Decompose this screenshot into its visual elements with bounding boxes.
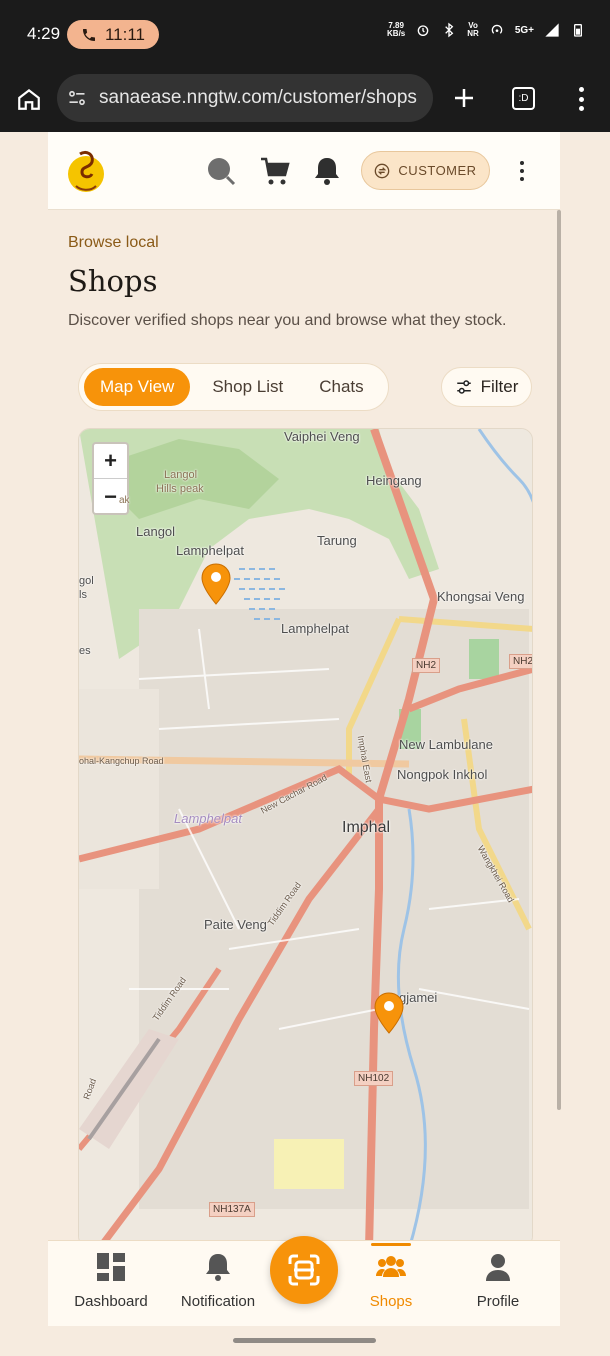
map-label: New Lambulane [399,737,493,752]
tab-count: :D [518,93,529,104]
map-label: Lamphelpat [174,811,242,826]
tab-map-view[interactable]: Map View [84,368,191,406]
phone-icon [82,28,95,41]
view-switcher: Map View Shop List Chats [78,363,389,411]
nav-notification-label: Notification [180,1293,256,1310]
map-label: Vaiphei Veng [284,429,360,444]
map-label: NH2 [412,658,441,673]
map-label: Lamphelpat [281,621,349,636]
page-subtitle: Discover verified shops near you and bro… [68,312,507,329]
dragon-logo-icon[interactable] [66,146,106,196]
map-label: Khongsai Veng [437,589,525,604]
nav-profile-label: Profile [476,1293,520,1310]
nav-shops-label: Shops [369,1293,413,1310]
net-speed: 7.89 KB/s [387,21,406,38]
tab-shop-list[interactable]: Shop List [196,368,299,406]
map-label: gol [79,575,94,587]
address-bar[interactable]: sanaease.nngtw.com/customer/shops [57,74,433,122]
map-label: Hills peak [156,483,204,495]
nav-notification[interactable]: Notification [168,1251,268,1310]
home-icon[interactable] [16,86,42,112]
dashboard-icon [97,1253,125,1281]
map-label: Nongpok Inkhol [397,767,488,782]
hotspot-icon [491,24,503,34]
map-label: Heingang [366,473,422,488]
shop-location-pin-icon[interactable] [199,562,233,606]
map-label: Langol [136,524,176,539]
bell-icon [206,1254,230,1281]
browser-menu-button[interactable] [576,87,586,111]
active-indicator [371,1243,411,1246]
status-bar: 4:29 11:11 7.89 KB/s Vo NR 5G+ [0,0,610,66]
call-timer: 11:11 [104,24,146,44]
app-header: CUSTOMER [48,132,560,210]
scan-icon [288,1254,320,1286]
status-time: 4:29 [27,24,61,43]
alarm-icon [417,25,429,36]
bell-icon[interactable] [310,154,344,188]
map-label: Paite Veng [204,917,267,932]
volte-indicator: Vo NR [467,21,479,38]
swap-icon [375,163,390,178]
signal-icon [545,23,559,37]
browser-toolbar: sanaease.nngtw.com/customer/shops :D [0,66,610,132]
page-eyebrow: Browse local [68,234,159,251]
site-settings-icon[interactable] [67,88,87,108]
map-label: NH137A [209,1202,255,1217]
user-icon [486,1254,510,1281]
customer-role-switch[interactable]: CUSTOMER [361,151,490,190]
map-label: Tarung [317,533,357,548]
map-label: ls [79,589,87,601]
sliders-icon [456,380,471,394]
tab-switcher-button[interactable]: :D [512,87,535,110]
nav-profile[interactable]: Profile [448,1251,548,1310]
zoom-in-button[interactable]: + [94,444,127,479]
search-icon[interactable] [204,154,238,188]
people-group-icon [376,1256,406,1277]
map-label: Lamphelpat [176,543,244,558]
map-label: es [79,645,91,657]
role-label: CUSTOMER [398,163,477,178]
page-title: Shops [68,264,158,298]
url-text: sanaease.nngtw.com/customer/shops [99,87,417,108]
page-scrollbar[interactable] [557,210,561,1110]
cart-icon[interactable] [258,154,292,188]
map-label: Imphal [342,819,391,836]
map-label: ohal-Kangchup Road [79,756,164,766]
map-tiles [79,429,532,1247]
shop-location-pin-icon[interactable] [372,991,406,1035]
battery-icon [574,24,582,37]
gesture-home-bar[interactable] [233,1338,376,1343]
map-label: NH2 [509,654,532,669]
tab-chats[interactable]: Chats [303,368,379,406]
map-label: Langol [164,469,198,481]
bluetooth-icon [445,22,454,38]
nav-shops[interactable]: Shops [341,1251,441,1310]
scan-button[interactable] [270,1236,338,1304]
filter-button[interactable]: Filter [441,367,532,407]
more-options-icon[interactable] [514,158,530,184]
status-icons: 7.89 KB/s Vo NR 5G+ [387,22,586,38]
map-label: ak [119,495,130,506]
nav-dashboard[interactable]: Dashboard [61,1251,161,1310]
shops-map[interactable]: + − Vaiphei Veng Heingang Langol Hills p… [78,428,533,1248]
nav-dashboard-label: Dashboard [74,1293,148,1310]
map-label: NH102 [354,1071,394,1086]
new-tab-icon[interactable] [452,86,476,110]
network-type: 5G+ [514,24,534,36]
ongoing-call-pill[interactable]: 11:11 [67,20,159,49]
filter-label: Filter [480,377,519,396]
